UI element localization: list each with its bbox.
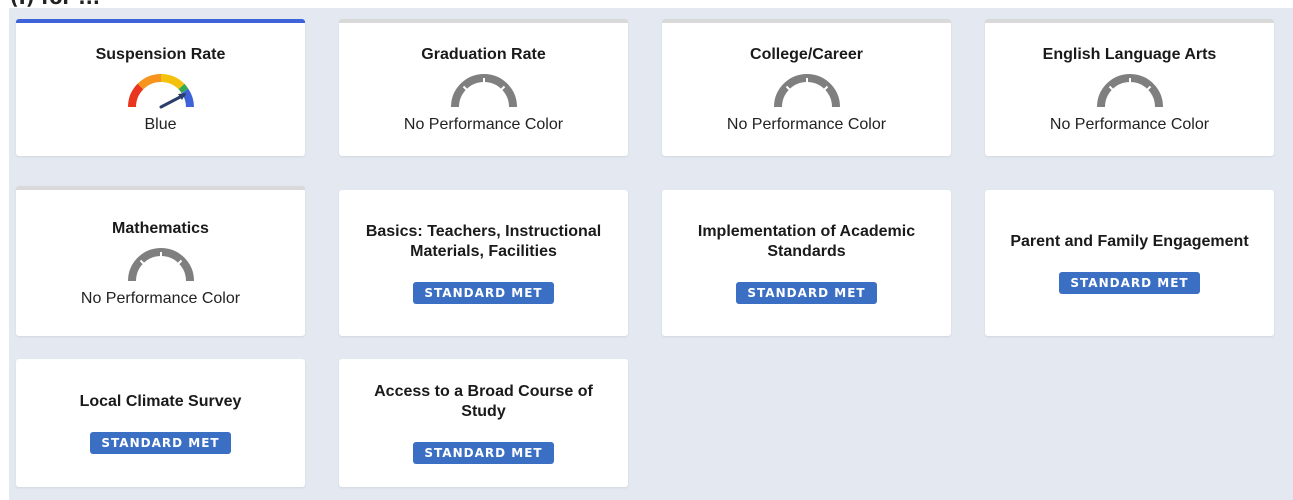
card-title: Local Climate Survey bbox=[79, 393, 242, 410]
card-access-broad-course-study[interactable]: Access to a Broad Course of Study STANDA… bbox=[339, 359, 628, 487]
performance-color-label: No Performance Color bbox=[1049, 116, 1210, 133]
card-graduation-rate[interactable]: Graduation Rate No Performance Color bbox=[339, 19, 628, 156]
gauge-icon bbox=[127, 74, 194, 109]
standard-met-badge: STANDARD MET bbox=[1059, 272, 1200, 294]
card-title: Access to a Broad Course of Study bbox=[374, 383, 593, 420]
gauge-icon bbox=[450, 74, 517, 108]
card-title: Mathematics bbox=[112, 219, 209, 237]
standard-met-badge: STANDARD MET bbox=[736, 282, 877, 304]
card-title: Basics: Teachers, Instructional Material… bbox=[365, 223, 602, 260]
gauge-icon bbox=[773, 74, 840, 108]
performance-color-label: No Performance Color bbox=[403, 116, 564, 133]
performance-color-label: Blue bbox=[144, 116, 177, 133]
card-title: Parent and Family Engagement bbox=[1010, 233, 1249, 250]
performance-color-label: No Performance Color bbox=[80, 289, 241, 307]
card-title: Graduation Rate bbox=[421, 46, 546, 63]
card-title: College/Career bbox=[750, 46, 863, 63]
card-title: English Language Arts bbox=[1042, 46, 1217, 63]
card-title: Suspension Rate bbox=[95, 46, 226, 63]
performance-color-label: No Performance Color bbox=[726, 116, 887, 133]
card-basics-teachers-materials-facilities[interactable]: Basics: Teachers, Instructional Material… bbox=[339, 190, 628, 336]
standard-met-badge: STANDARD MET bbox=[90, 432, 231, 454]
card-mathematics[interactable]: Mathematics No Performance Color bbox=[16, 186, 305, 336]
section-header-text: (I) for ... bbox=[10, 0, 100, 8]
standard-met-badge: STANDARD MET bbox=[413, 442, 554, 464]
card-local-climate-survey[interactable]: Local Climate Survey STANDARD MET bbox=[16, 359, 305, 487]
standard-met-badge: STANDARD MET bbox=[413, 282, 554, 304]
gauge-icon bbox=[1096, 74, 1163, 108]
card-suspension-rate[interactable]: Suspension Rate Blue bbox=[16, 19, 305, 156]
card-college-career[interactable]: College/Career No Performance Color bbox=[662, 19, 951, 156]
section-header-partial: (I) for ... bbox=[0, 0, 380, 8]
card-parent-family-engagement[interactable]: Parent and Family Engagement STANDARD ME… bbox=[985, 190, 1274, 336]
card-implementation-academic-standards[interactable]: Implementation of Academic Standards STA… bbox=[662, 190, 951, 336]
card-title: Implementation of Academic Standards bbox=[697, 223, 916, 260]
gauge-icon bbox=[127, 247, 194, 281]
card-english-language-arts[interactable]: English Language Arts No Performance Col… bbox=[985, 19, 1274, 156]
